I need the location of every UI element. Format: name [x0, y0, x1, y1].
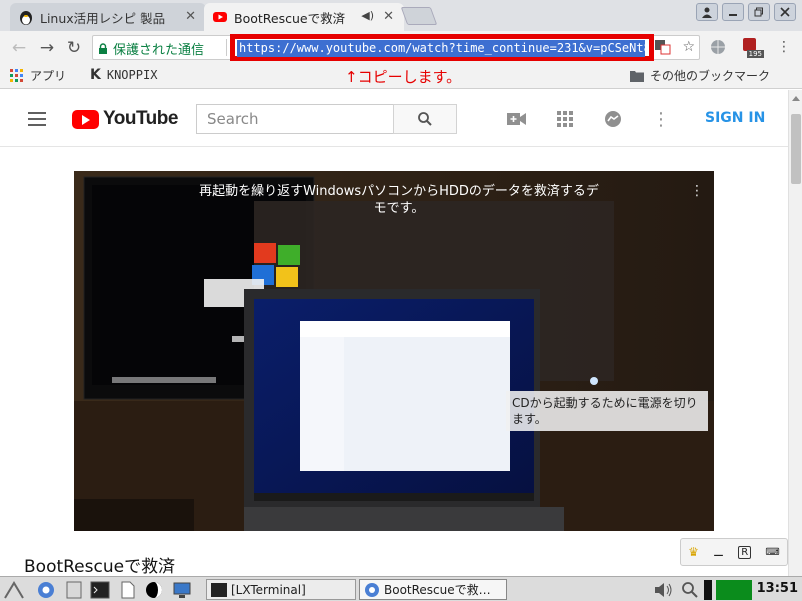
apps-grid-icon: [10, 68, 23, 82]
close-icon[interactable]: ✕: [383, 9, 394, 24]
menu-icon[interactable]: ⋮: [774, 37, 794, 57]
bookmark-knoppix[interactable]: K KNOPPIX: [90, 67, 157, 83]
task-browser[interactable]: BootRescueで救…: [359, 579, 507, 600]
ime-registered-icon[interactable]: R: [738, 545, 752, 559]
address-bar[interactable]: 保護された通信 https://www.youtube.com/watch?ti…: [92, 34, 700, 61]
messages-icon[interactable]: [602, 108, 624, 130]
task-label: [LXTerminal]: [231, 582, 306, 597]
extension-badge-icon[interactable]: 195: [742, 37, 764, 58]
window-controls: [696, 3, 796, 21]
sign-in-button[interactable]: SIGN IN: [705, 110, 765, 126]
forward-arrow-icon[interactable]: →: [36, 37, 58, 59]
youtube-favicon-icon: [213, 12, 227, 22]
new-tab-button[interactable]: [400, 7, 438, 25]
search-icon: [418, 112, 432, 126]
search-placeholder: Search: [207, 110, 259, 128]
document-icon[interactable]: [118, 580, 138, 600]
minimize-button[interactable]: [722, 3, 744, 21]
extension-count: 195: [746, 50, 764, 58]
task-lxterminal[interactable]: [LXTerminal]: [206, 579, 356, 600]
bookmark-other[interactable]: その他のブックマーク: [630, 67, 770, 84]
video-player[interactable]: 再起動を繰り返すWindowsパソコンからHDDのデータを救済するデモです。 ⋮…: [74, 171, 714, 531]
globe-icon[interactable]: [708, 37, 728, 57]
magnifier-icon[interactable]: [680, 580, 700, 600]
secure-label: 保護された通信: [113, 43, 205, 58]
volume-icon[interactable]: [654, 580, 674, 600]
chromium-icon: [365, 582, 379, 597]
hamburger-menu-icon[interactable]: [28, 112, 46, 126]
scroll-up-icon[interactable]: [792, 96, 800, 101]
bookmark-apps[interactable]: アプリ: [10, 67, 66, 84]
knoppix-icon[interactable]: [144, 580, 164, 600]
terminal-icon[interactable]: [90, 580, 110, 600]
youtube-page: YouTube Search ⋮ SIGN IN 再起動を繰り返すWindows…: [0, 90, 788, 576]
tab-strip: Linux活用レシピ 製品 ✕ BootRescueで救済 ◀) ✕: [0, 0, 802, 31]
ime-toolbar: ♛ ⚊ R ⌨: [680, 538, 788, 566]
omnibox-icons: ☆: [654, 39, 695, 55]
tab-title: Linux活用レシピ 製品: [40, 10, 166, 26]
ime-keyboard-icon[interactable]: ⌨: [765, 547, 779, 558]
video-frame-image: [74, 171, 714, 531]
chromium-icon[interactable]: [36, 580, 56, 600]
tab-title: BootRescueで救済: [234, 10, 346, 26]
search-button[interactable]: [393, 104, 457, 134]
crown-icon[interactable]: ♛: [688, 545, 699, 559]
highlight-box: https://www.youtube.com/watch?time_conti…: [230, 34, 654, 61]
taskbar: [LXTerminal] BootRescueで救… 13:51: [0, 576, 802, 601]
clock[interactable]: 13:51: [757, 581, 798, 596]
video-annotation: CDから起動するために電源を切ります。: [506, 391, 708, 431]
lock-icon: [99, 42, 107, 54]
cpu-monitor: [704, 580, 712, 600]
bookmark-label: アプリ: [30, 69, 67, 83]
knoppix-icon: K: [90, 67, 101, 83]
translate-icon[interactable]: [654, 39, 672, 55]
file-manager-icon[interactable]: [64, 580, 84, 600]
terminal-icon: [211, 582, 227, 597]
scrollbar[interactable]: [788, 90, 802, 576]
bookmark-label: KNOPPIX: [106, 68, 158, 82]
close-window-button[interactable]: [774, 3, 796, 21]
annotation-text: ↑コピーします。: [345, 68, 462, 86]
youtube-play-icon: [72, 109, 99, 129]
user-icon[interactable]: [696, 3, 718, 21]
star-icon[interactable]: ☆: [682, 39, 695, 55]
video-title-overlay: 再起動を繰り返すWindowsパソコンからHDDのデータを救済するデモです。: [199, 184, 599, 216]
lxde-menu-icon[interactable]: [4, 580, 24, 600]
folder-icon: [630, 70, 644, 82]
security-indicator[interactable]: 保護された通信: [97, 39, 204, 58]
more-options-icon[interactable]: ⋮: [650, 108, 672, 130]
search-input[interactable]: Search: [196, 104, 393, 134]
bookmark-label: その他のブックマーク: [650, 69, 771, 83]
close-icon[interactable]: ✕: [185, 9, 196, 24]
reload-icon[interactable]: ↻: [63, 37, 85, 59]
scroll-thumb[interactable]: [791, 114, 801, 184]
monitor-icon[interactable]: [172, 580, 192, 600]
video-camera-icon[interactable]: [506, 108, 528, 130]
youtube-wordmark: YouTube: [103, 108, 178, 129]
youtube-header: YouTube Search ⋮ SIGN IN: [0, 90, 788, 147]
task-label: BootRescueで救…: [384, 583, 491, 597]
tux-favicon-icon: [20, 11, 32, 25]
tab-bootrescue[interactable]: BootRescueで救済 ◀) ✕: [204, 3, 404, 31]
memory-monitor: [716, 580, 752, 600]
ime-mode-icon[interactable]: ⚊: [713, 545, 724, 559]
tab-linux-recipe[interactable]: Linux活用レシピ 製品 ✕: [10, 3, 206, 31]
speaker-icon[interactable]: ◀): [361, 9, 374, 22]
restore-button[interactable]: [748, 3, 770, 21]
video-more-icon[interactable]: ⋮: [690, 183, 704, 199]
page-title: BootRescueで救済: [24, 557, 176, 576]
divider: [226, 39, 227, 56]
apps-grid-icon[interactable]: [554, 108, 576, 130]
browser-toolbar: ← → ↻ 保護された通信 https://www.youtube.com/wa…: [0, 31, 802, 63]
youtube-logo[interactable]: YouTube: [72, 108, 178, 130]
back-arrow-icon[interactable]: ←: [8, 37, 30, 59]
url-text[interactable]: https://www.youtube.com/watch?time_conti…: [237, 40, 645, 57]
